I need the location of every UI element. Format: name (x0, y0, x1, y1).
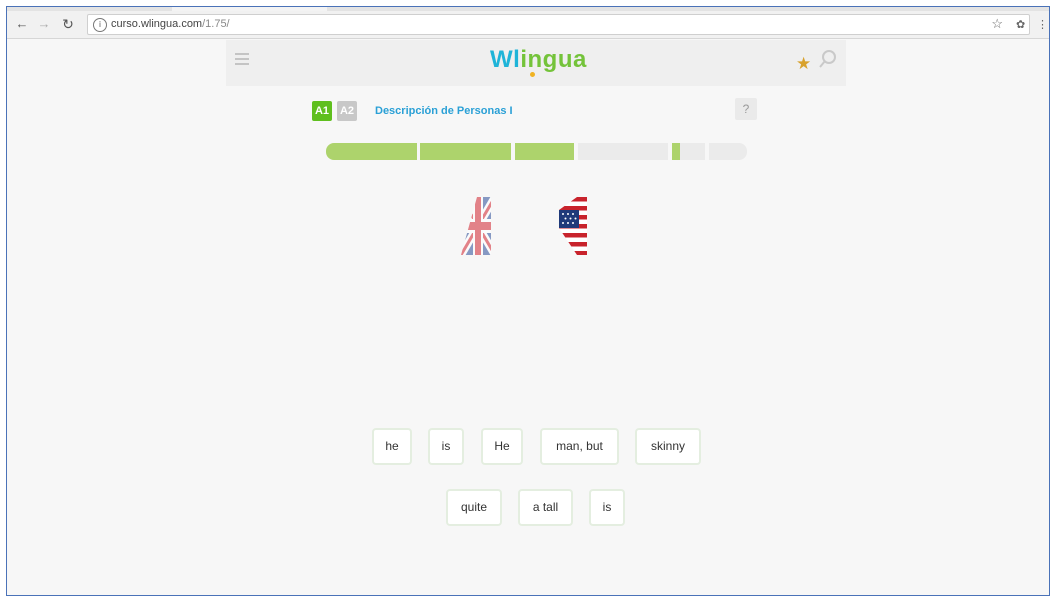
hamburger-menu-icon[interactable] (235, 53, 249, 65)
logo-text-part1: Wl (490, 46, 521, 73)
trophy-icon[interactable]: ★ (796, 54, 811, 74)
word-chip[interactable]: man, but (540, 428, 619, 465)
level-badge-a1[interactable]: A1 (312, 101, 332, 121)
wlingua-logo[interactable]: Wlingua (490, 46, 587, 77)
back-button[interactable]: ← (13, 15, 31, 33)
url-host: curso.wlingua.com (111, 18, 203, 30)
url-path: /1.75/ (202, 18, 230, 30)
bookmark-star-icon[interactable]: ☆ (991, 16, 1003, 32)
word-chip[interactable]: skinny (635, 428, 701, 465)
level-badge-a2[interactable]: A2 (337, 101, 357, 121)
lesson-title: Descripción de Personas I (375, 105, 513, 117)
browser-toolbar: ← → ↻ i curso.wlingua.com/1.75/ ☆ ✿ ⋮ (7, 11, 1049, 39)
url-text: curso.wlingua.com/1.75/ (111, 18, 230, 30)
word-chip[interactable]: is (589, 489, 625, 526)
uk-flag-icon[interactable] (461, 197, 495, 255)
progress-segment (326, 143, 417, 160)
info-icon[interactable]: i (93, 18, 107, 32)
progress-segment (515, 143, 574, 160)
search-icon[interactable] (818, 49, 838, 69)
lesson-progress-bar (326, 143, 747, 160)
progress-segment (420, 143, 511, 160)
site-header: Wlingua ★ (226, 40, 846, 86)
help-button[interactable]: ? (735, 98, 757, 120)
word-chip[interactable]: quite (446, 489, 502, 526)
browser-menu-icon[interactable]: ⋮ (1037, 18, 1048, 31)
address-bar[interactable]: i curso.wlingua.com/1.75/ ☆ (87, 14, 1030, 35)
word-chip[interactable]: is (428, 428, 464, 465)
progress-segment (578, 143, 668, 160)
progress-segment-current (672, 143, 705, 160)
forward-button[interactable]: → (35, 15, 53, 33)
word-chip[interactable]: a tall (518, 489, 573, 526)
word-chip[interactable]: he (372, 428, 412, 465)
progress-segment (709, 143, 747, 160)
us-flag-icon[interactable] (559, 197, 593, 255)
progress-current-fill (672, 143, 680, 160)
reload-button[interactable]: ↻ (59, 15, 77, 33)
extension-icon[interactable]: ✿ (1016, 18, 1025, 31)
word-chip[interactable]: He (481, 428, 523, 465)
logo-dot (530, 72, 535, 77)
logo-text-part2: ingua (520, 46, 587, 73)
browser-window: ← → ↻ i curso.wlingua.com/1.75/ ☆ ✿ ⋮ Wl… (6, 6, 1050, 596)
